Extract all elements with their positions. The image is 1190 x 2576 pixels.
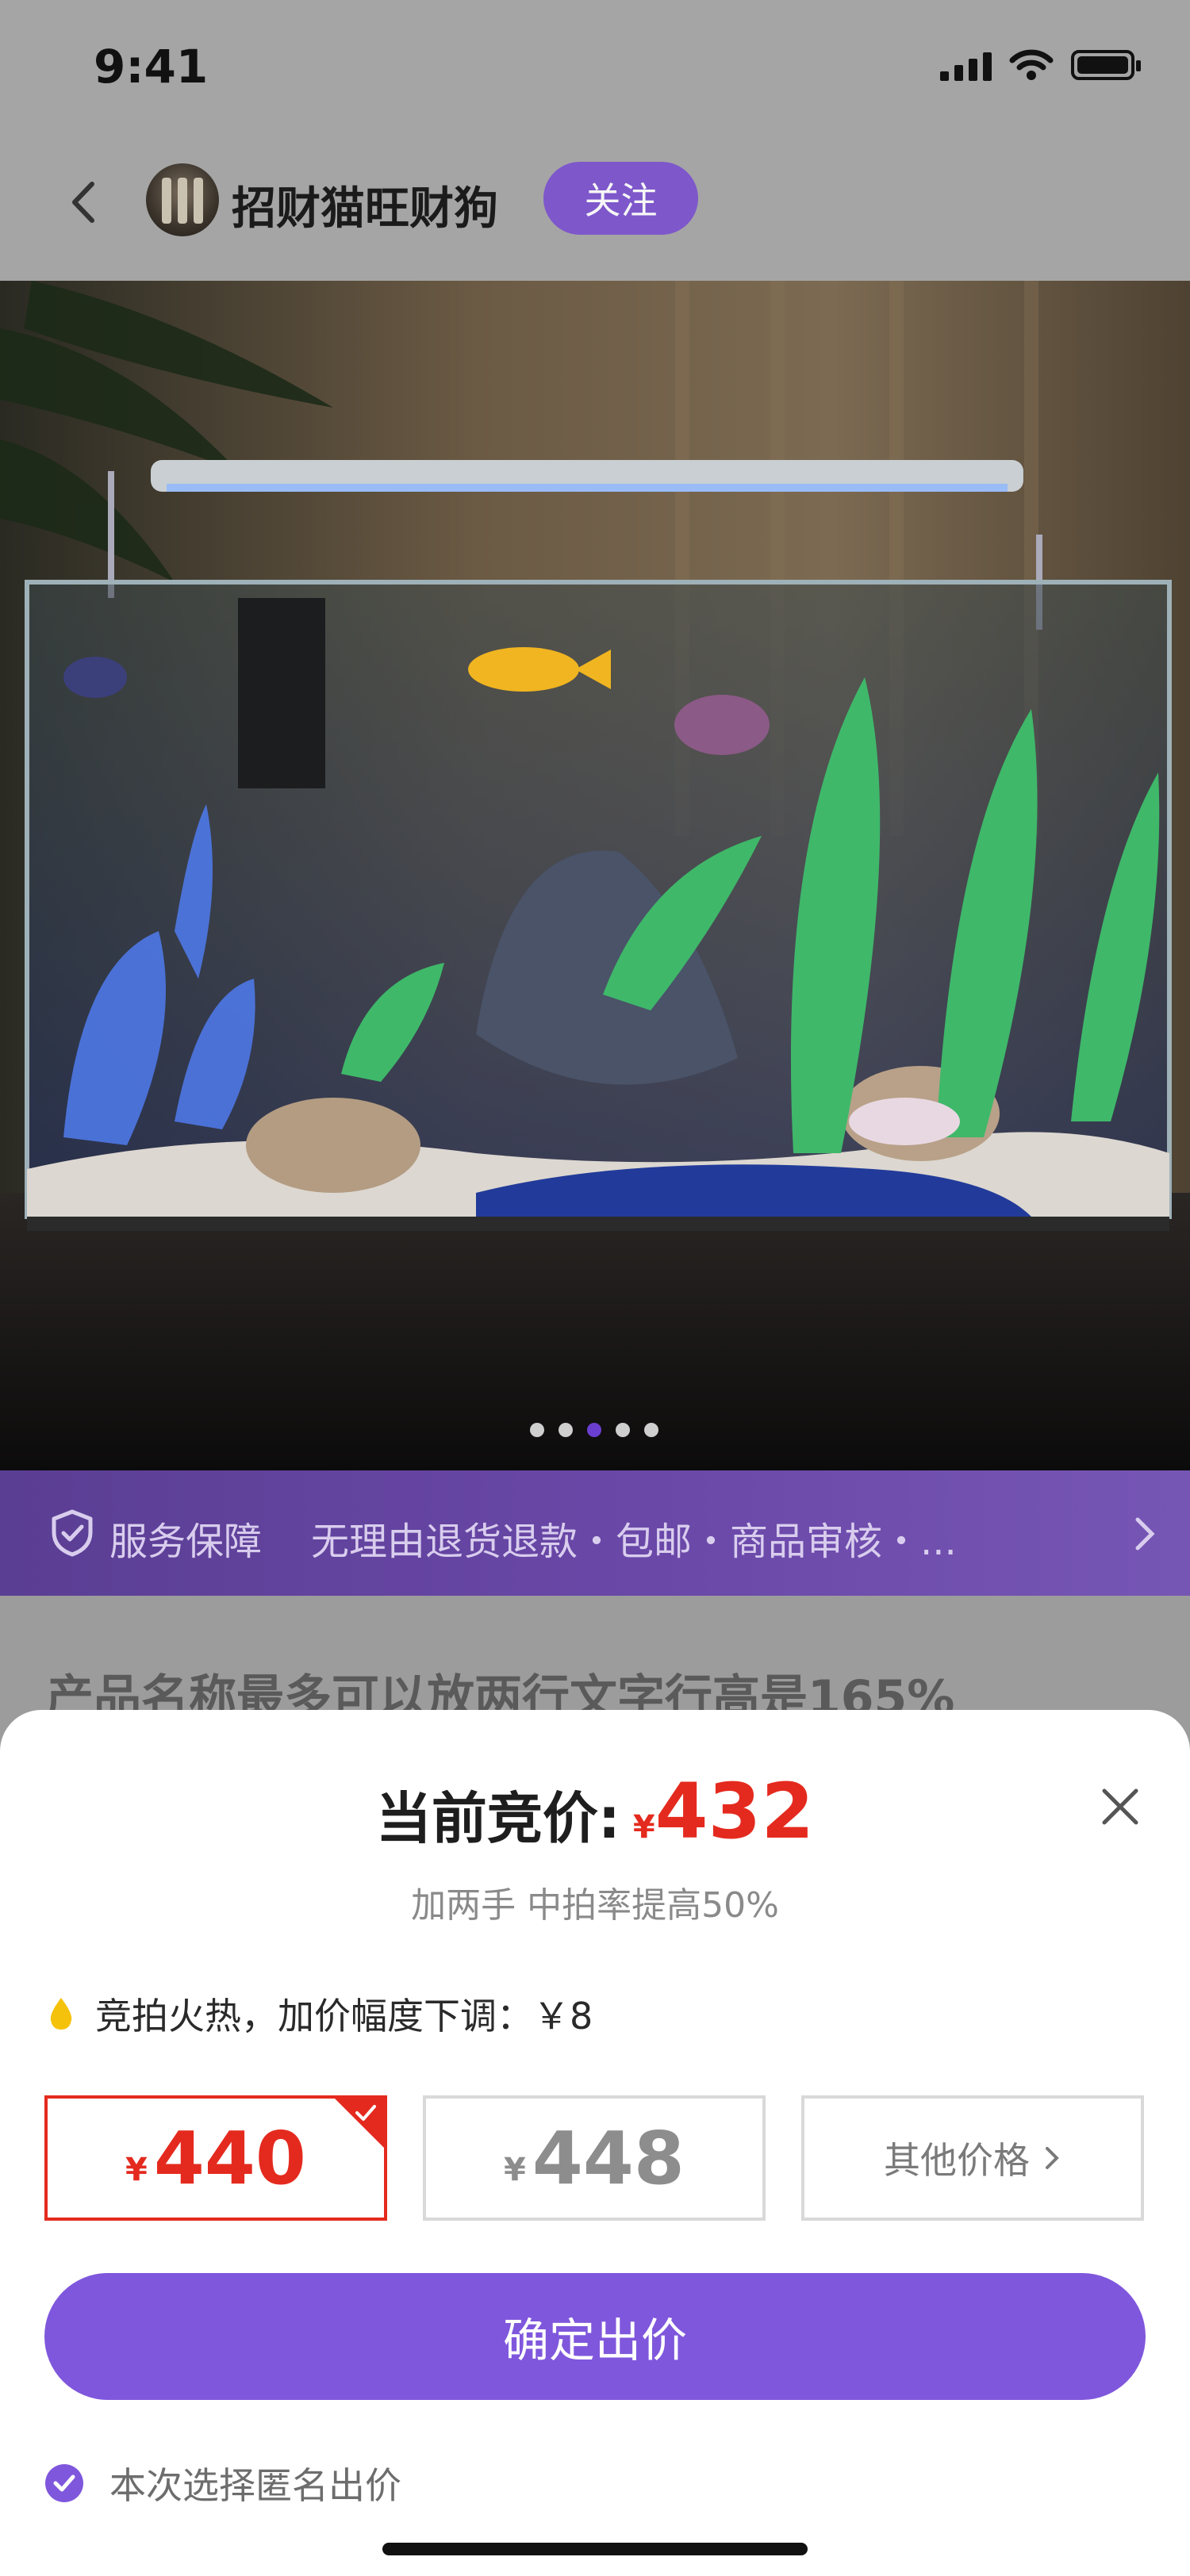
flame-drop-icon bbox=[50, 1998, 72, 2030]
follow-button[interactable]: 关注 bbox=[543, 162, 698, 235]
shield-check-icon bbox=[52, 1509, 93, 1557]
bid-hint-text: 加两手 中拍率提高50% bbox=[411, 1885, 779, 1926]
status-icons bbox=[940, 49, 1141, 81]
other-price-option[interactable]: 其他价格 bbox=[801, 2095, 1144, 2221]
other-price-label: 其他价格 bbox=[884, 2139, 1030, 2182]
checked-circle-icon[interactable] bbox=[44, 2463, 84, 2503]
pagination-dot bbox=[530, 1423, 544, 1437]
product-image-gallery[interactable] bbox=[0, 281, 1190, 1470]
back-icon[interactable] bbox=[62, 174, 109, 230]
pagination-dot bbox=[559, 1423, 573, 1437]
battery-icon bbox=[1071, 50, 1141, 80]
current-price-row: 当前竞价: ¥432 bbox=[0, 1767, 1190, 1856]
service-title: 服务保障 bbox=[109, 1520, 263, 1564]
current-price-label: 当前竞价: bbox=[375, 1786, 620, 1851]
currency-symbol: ¥ bbox=[632, 1809, 655, 1846]
store-name[interactable]: 招财猫旺财狗 bbox=[232, 173, 498, 237]
nav-bar: 招财猫旺财狗 关注 bbox=[0, 143, 1190, 281]
chevron-right-icon bbox=[1135, 1517, 1155, 1551]
service-items: 无理由退货退款・包邮・商品审核・... bbox=[311, 1520, 957, 1564]
check-icon bbox=[355, 2105, 376, 2121]
option-amount: 440 bbox=[153, 2115, 306, 2201]
wifi-icon bbox=[1009, 49, 1054, 80]
status-bar: 9:41 bbox=[0, 0, 1190, 143]
hot-bidding-text: 竞拍火热，加价幅度下调：￥8 bbox=[95, 1995, 593, 2037]
pagination-dot-active bbox=[587, 1423, 601, 1437]
option-currency: ¥ bbox=[504, 2152, 526, 2188]
aquarium-image bbox=[0, 281, 1190, 1470]
status-time: 9:41 bbox=[94, 40, 209, 94]
chevron-right-icon bbox=[1046, 2147, 1059, 2169]
home-indicator bbox=[382, 2543, 808, 2555]
option-amount: 448 bbox=[532, 2115, 685, 2201]
pagination-dot bbox=[644, 1423, 658, 1437]
anonymous-bid-label: 本次选择匿名出价 bbox=[109, 2464, 401, 2507]
gallery-pagination bbox=[530, 1423, 658, 1437]
service-guarantee-bar[interactable]: 服务保障 无理由退货退款・包邮・商品审核・... bbox=[0, 1470, 1190, 1596]
confirm-bid-button[interactable]: 确定出价 bbox=[44, 2273, 1146, 2400]
cellular-signal-icon bbox=[940, 49, 992, 81]
hot-bidding-notice: 竞拍火热，加价幅度下调：￥8 bbox=[48, 1988, 593, 2040]
option-currency: ¥ bbox=[125, 2152, 148, 2188]
pagination-dot bbox=[616, 1423, 630, 1437]
anonymous-bid-row[interactable]: 本次选择匿名出价 bbox=[44, 2457, 401, 2509]
current-price-value: 432 bbox=[654, 1767, 815, 1856]
bid-bottom-sheet: 当前竞价: ¥432 加两手 中拍率提高50% 竞拍火热，加价幅度下调：￥8 ¥ … bbox=[0, 1710, 1190, 2576]
bid-option-448[interactable]: ¥ 448 bbox=[423, 2095, 766, 2221]
bid-option-440[interactable]: ¥ 440 bbox=[44, 2095, 387, 2221]
store-avatar[interactable] bbox=[146, 163, 219, 236]
